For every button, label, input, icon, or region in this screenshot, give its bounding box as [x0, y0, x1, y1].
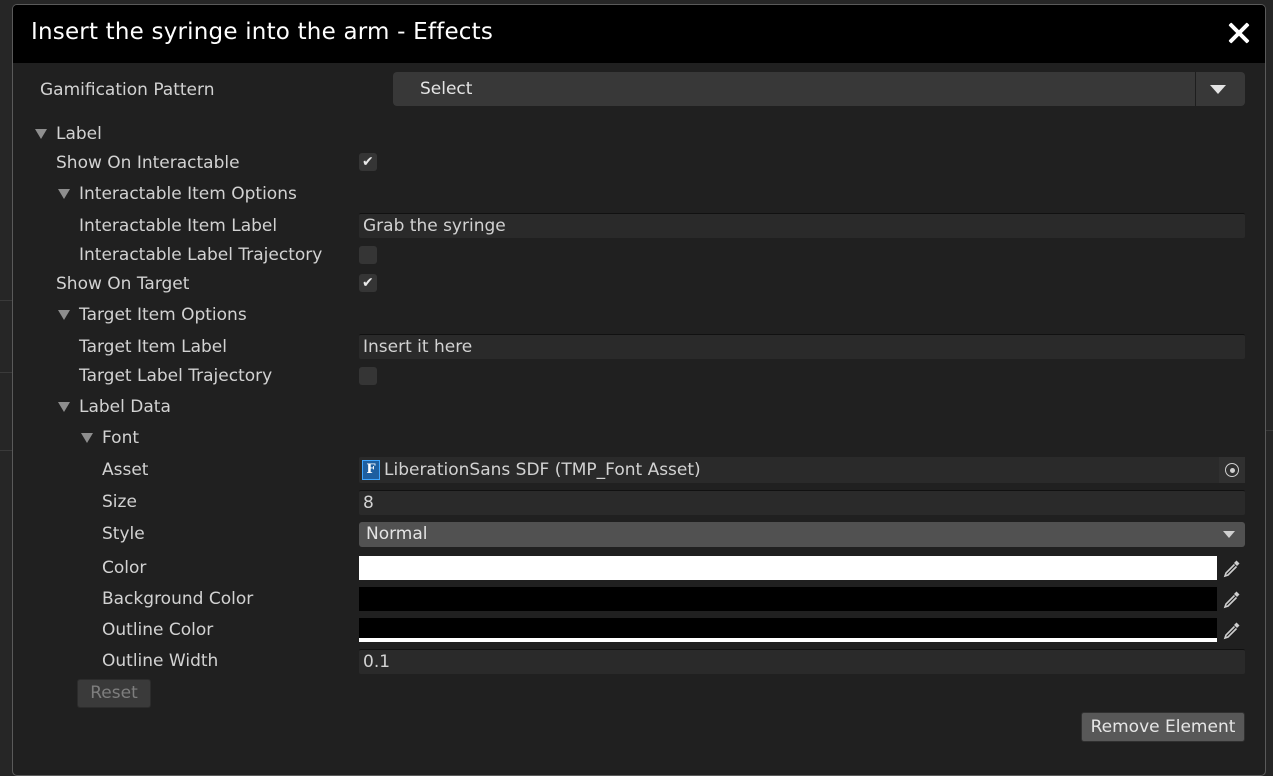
- target-label-trajectory-label: Target Label Trajectory: [79, 366, 273, 386]
- gamification-pattern-value: Select: [420, 79, 473, 99]
- size-label: Size: [102, 492, 137, 512]
- interactable-item-label-label: Interactable Item Label: [79, 216, 278, 236]
- outline-width-input[interactable]: 0.1: [359, 649, 1245, 674]
- size-value: 8: [363, 493, 374, 513]
- color-label: Color: [102, 558, 147, 578]
- outline-color-label: Outline Color: [102, 620, 214, 640]
- chevron-down-icon: [1223, 531, 1235, 538]
- background-window-edge: [0, 450, 12, 451]
- gamification-pattern-label: Gamification Pattern: [40, 80, 215, 100]
- checkmark-icon: ✔: [362, 275, 374, 291]
- show-on-interactable-label: Show On Interactable: [56, 153, 240, 173]
- reset-button[interactable]: Reset: [77, 679, 151, 708]
- object-picker-icon[interactable]: [1219, 457, 1245, 483]
- title-bar: Insert the syringe into the arm - Effect…: [13, 5, 1265, 63]
- font-asset-field[interactable]: F LiberationSans SDF (TMP_Font Asset): [359, 457, 1245, 483]
- interactable-label-trajectory-label: Interactable Label Trajectory: [79, 245, 323, 265]
- foldout-arrow-icon[interactable]: [58, 189, 70, 199]
- checkmark-icon: ✔: [362, 154, 374, 170]
- target-item-label-input[interactable]: Insert it here: [359, 334, 1245, 359]
- font-foldout[interactable]: Font: [102, 428, 139, 448]
- background-color-field[interactable]: [359, 587, 1217, 611]
- eyedropper-icon[interactable]: [1222, 620, 1242, 640]
- foldout-arrow-icon[interactable]: [35, 129, 47, 139]
- foldout-arrow-icon[interactable]: [58, 310, 70, 320]
- interactable-item-label-input[interactable]: Grab the syringe: [359, 213, 1245, 238]
- select-divider: [1195, 72, 1196, 106]
- background-window-edge: [0, 372, 12, 373]
- effects-dialog: Insert the syringe into the arm - Effect…: [12, 4, 1266, 776]
- outline-width-value: 0.1: [363, 652, 391, 672]
- font-asset-icon: F: [362, 460, 380, 480]
- target-item-label-label: Target Item Label: [79, 337, 227, 357]
- chevron-down-icon[interactable]: [1210, 85, 1226, 94]
- label-foldout[interactable]: Label: [56, 124, 102, 144]
- interactable-label-trajectory-checkbox[interactable]: [359, 246, 377, 264]
- background-color-label: Background Color: [102, 589, 254, 609]
- color-field[interactable]: [359, 556, 1217, 580]
- label-data-foldout[interactable]: Label Data: [79, 397, 171, 417]
- picker-dot: [1230, 468, 1235, 473]
- interactable-item-label-value: Grab the syringe: [363, 216, 506, 236]
- asset-label: Asset: [102, 460, 149, 480]
- show-on-interactable-checkbox[interactable]: ✔: [359, 153, 377, 171]
- style-dropdown[interactable]: Normal: [359, 522, 1245, 547]
- show-on-target-label: Show On Target: [56, 274, 190, 294]
- target-label-trajectory-checkbox[interactable]: [359, 367, 377, 385]
- font-asset-value: LiberationSans SDF (TMP_Font Asset): [384, 460, 701, 480]
- foldout-arrow-icon[interactable]: [58, 402, 70, 412]
- outline-width-label: Outline Width: [102, 651, 219, 671]
- target-item-options-foldout[interactable]: Target Item Options: [79, 305, 247, 325]
- interactable-item-options-foldout[interactable]: Interactable Item Options: [79, 184, 297, 204]
- remove-element-button[interactable]: Remove Element: [1081, 712, 1245, 742]
- target-item-label-value: Insert it here: [363, 337, 473, 357]
- eyedropper-icon[interactable]: [1222, 589, 1242, 609]
- background-window-edge: [0, 300, 12, 301]
- show-on-target-checkbox[interactable]: ✔: [359, 274, 377, 292]
- style-value: Normal: [366, 524, 428, 544]
- style-label: Style: [102, 524, 145, 544]
- gamification-pattern-select[interactable]: Select: [393, 72, 1245, 106]
- size-input[interactable]: 8: [359, 490, 1245, 515]
- dialog-title: Insert the syringe into the arm - Effect…: [31, 19, 494, 45]
- outline-color-field[interactable]: [359, 618, 1217, 642]
- close-icon[interactable]: [1227, 21, 1251, 45]
- eyedropper-icon[interactable]: [1222, 558, 1242, 578]
- foldout-arrow-icon[interactable]: [81, 433, 93, 443]
